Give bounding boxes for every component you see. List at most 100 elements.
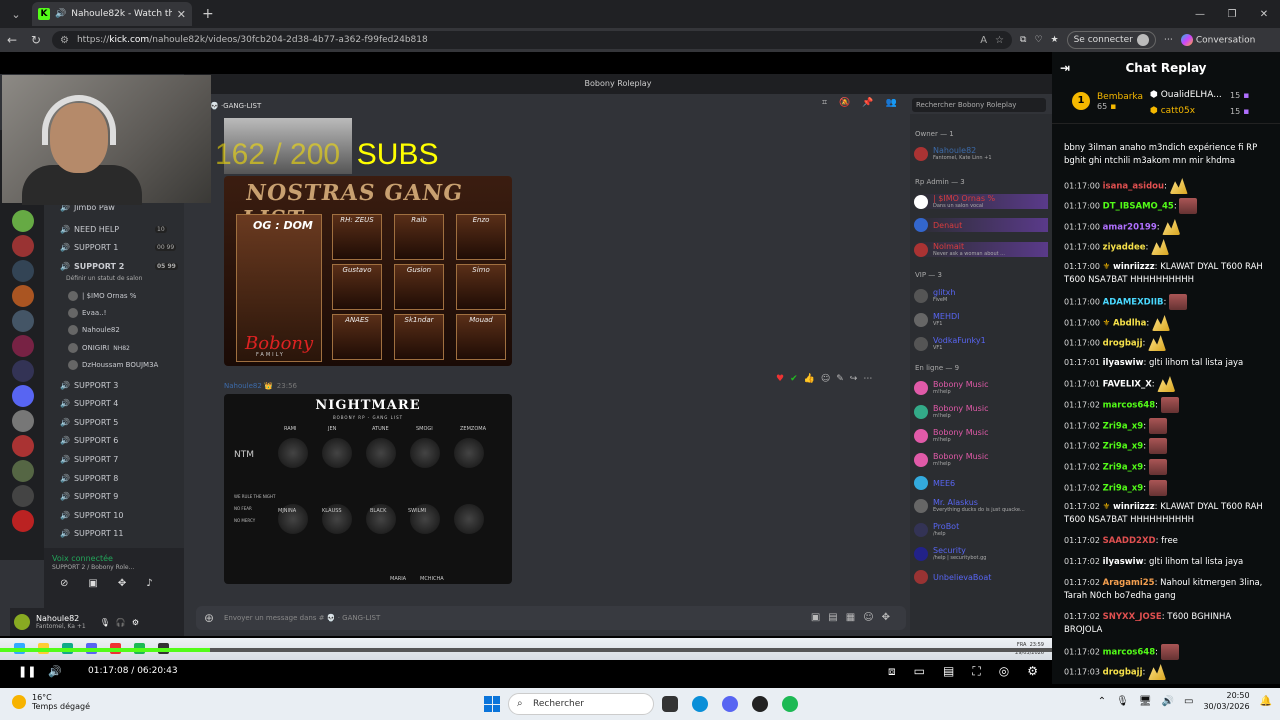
- chat-username[interactable]: ilyaswiw: [1103, 557, 1144, 567]
- message-composer[interactable]: ⊕ Envoyer un message dans # 💀 · GANG-LIS…: [196, 606, 906, 630]
- edit-icon[interactable]: ✎: [836, 374, 844, 384]
- server-icon[interactable]: [12, 410, 34, 432]
- pip-icon[interactable]: ⧈: [888, 660, 896, 682]
- chat-username[interactable]: amar20199: [1103, 223, 1157, 233]
- check-reaction-icon[interactable]: ✔: [790, 374, 798, 384]
- audio-playing-icon[interactable]: 🔊: [55, 9, 66, 19]
- video-off-icon[interactable]: ⊘: [60, 578, 68, 589]
- server-icon[interactable]: [12, 360, 34, 382]
- mic-icon[interactable]: 🎙: [100, 618, 110, 627]
- member-row[interactable]: Nahoule82 Fantomel, Kate Linn +1: [914, 146, 1048, 161]
- member-row[interactable]: VodkaFunky1 VF1: [914, 336, 1048, 351]
- notifications-icon[interactable]: 🔔: [1260, 696, 1272, 707]
- member-row[interactable]: MEE6: [914, 476, 1048, 490]
- server-icon[interactable]: [12, 210, 34, 232]
- mic-tray-icon[interactable]: 🎙: [1116, 696, 1129, 707]
- speed-icon[interactable]: ◎: [999, 660, 1009, 682]
- server-icon[interactable]: [12, 335, 34, 357]
- collapse-chat-icon[interactable]: ⇥: [1060, 61, 1070, 75]
- member-row[interactable]: glitxh FiveM: [914, 288, 1048, 303]
- headset-icon[interactable]: 🎧: [116, 618, 126, 627]
- channel-item[interactable]: 🔊 SUPPORT 9: [60, 492, 118, 501]
- tab-list-chevron-icon[interactable]: ⌄: [4, 4, 28, 24]
- chat-username[interactable]: drogbajj: [1103, 668, 1143, 678]
- mute-icon[interactable]: 🔕: [839, 98, 850, 108]
- video-progress-bar[interactable]: [0, 648, 1052, 652]
- voice-user[interactable]: | $IMO Ornas %: [68, 291, 136, 301]
- more-menu-icon[interactable]: ⋯: [1164, 35, 1173, 45]
- taskbar-search[interactable]: ⌕ Rechercher: [508, 693, 654, 715]
- channel-item[interactable]: 🔊 SUPPORT 2 05 99: [60, 262, 178, 271]
- activity-icon[interactable]: ✥: [118, 578, 126, 589]
- read-aloud-icon[interactable]: A: [980, 35, 987, 46]
- leader-2[interactable]: ⬢ OualidELHA...: [1150, 90, 1222, 100]
- chat-username[interactable]: Zri9a_x9: [1103, 442, 1144, 452]
- reply-icon[interactable]: ↪: [850, 374, 858, 384]
- member-row[interactable]: | $IMO Ornas % Dans un salon vocal: [914, 194, 1048, 209]
- server-icon[interactable]: [12, 485, 34, 507]
- minimize-button[interactable]: —: [1184, 0, 1216, 28]
- server-icon[interactable]: [12, 285, 34, 307]
- voice-user[interactable]: DzHoussam BOUJM3A: [68, 360, 158, 370]
- chat-username[interactable]: Zri9a_x9: [1103, 463, 1144, 473]
- app-icon[interactable]: [752, 696, 768, 712]
- channel-item[interactable]: 🔊 NEED HELP 10: [60, 225, 167, 234]
- chat-username[interactable]: SNYXX_JOSE: [1103, 612, 1162, 622]
- member-row[interactable]: UnbelievaBoat: [914, 570, 1048, 584]
- chevron-up-icon[interactable]: ⌃: [1098, 696, 1106, 707]
- member-row[interactable]: Mr. Alaskus Everything ducks do is just q…: [914, 498, 1048, 513]
- favorites-bar-icon[interactable]: ★: [1051, 35, 1059, 45]
- chat-username[interactable]: SAADD2XD: [1103, 536, 1156, 546]
- server-icon[interactable]: [12, 310, 34, 332]
- channel-item[interactable]: 🔊 SUPPORT 11: [60, 529, 123, 538]
- member-row[interactable]: Nolmait Never ask a woman about ...: [914, 242, 1048, 257]
- channel-item[interactable]: 🔊 SUPPORT 7: [60, 455, 118, 464]
- extensions-icon[interactable]: ⧉: [1020, 35, 1026, 45]
- volume-tray-icon[interactable]: 🔊: [1162, 696, 1174, 707]
- settings-gear-icon[interactable]: ⚙: [132, 618, 139, 627]
- battery-icon[interactable]: ▭: [1184, 696, 1193, 707]
- chat-username[interactable]: winriizzz: [1113, 262, 1155, 272]
- discord-icon[interactable]: [722, 696, 738, 712]
- copilot-conversation-button[interactable]: Conversation: [1180, 34, 1255, 46]
- settings-icon[interactable]: ⚙: [1027, 660, 1038, 682]
- site-info-icon[interactable]: ⚙: [60, 35, 69, 46]
- server-icon[interactable]: [12, 260, 34, 282]
- discord-search-input[interactable]: Rechercher Bobony Roleplay: [912, 98, 1046, 112]
- close-tab-icon[interactable]: ✕: [177, 8, 186, 21]
- start-button[interactable]: [484, 696, 500, 712]
- chat-username[interactable]: drogbajj: [1103, 339, 1143, 349]
- close-window-button[interactable]: ✕: [1248, 0, 1280, 28]
- chat-username[interactable]: FAVELIX_X: [1103, 380, 1152, 390]
- screen-share-icon[interactable]: ▣: [88, 578, 97, 589]
- collections-icon[interactable]: ♡: [1034, 35, 1042, 45]
- member-row[interactable]: Denaut: [914, 218, 1048, 232]
- add-reaction-icon[interactable]: ☺: [821, 374, 830, 384]
- chat-username[interactable]: marcos648: [1103, 648, 1155, 658]
- thumbs-up-icon[interactable]: 👍: [804, 374, 815, 384]
- pin-icon[interactable]: 📌: [862, 98, 873, 108]
- server-icon[interactable]: [12, 385, 34, 407]
- chat-username[interactable]: ADAMEXDIIB: [1103, 298, 1164, 308]
- member-row[interactable]: Security/help | securitybot.gg: [914, 546, 1048, 561]
- network-icon[interactable]: 🖥: [1139, 696, 1152, 707]
- channel-item[interactable]: 🔊 SUPPORT 10: [60, 511, 123, 520]
- edge-icon[interactable]: [692, 696, 708, 712]
- new-tab-button[interactable]: +: [202, 6, 214, 22]
- chat-username[interactable]: Aragami25: [1103, 578, 1155, 588]
- server-icon[interactable]: [12, 510, 34, 532]
- voice-user[interactable]: Evaa..!: [68, 308, 106, 318]
- member-row[interactable]: Bobony Music m!help: [914, 452, 1048, 467]
- chat-username[interactable]: winriizzz: [1113, 502, 1155, 512]
- channel-item[interactable]: 🔊 SUPPORT 6: [60, 436, 118, 445]
- channel-item[interactable]: 🔊 SUPPORT 3: [60, 381, 118, 390]
- url-field[interactable]: ⚙ https://kick.com/nahoule82k/videos/30f…: [52, 31, 1012, 49]
- nightmare-image[interactable]: NIGHTMARE BOBONY RP - GANG LIST NTM RAMI…: [224, 394, 512, 584]
- chat-username[interactable]: isana_asidou: [1103, 182, 1164, 192]
- more-icon[interactable]: ⋯: [863, 374, 872, 384]
- leader-3[interactable]: ⬢ catt05x: [1150, 106, 1195, 116]
- volume-icon[interactable]: 🔊: [48, 665, 72, 678]
- avatar[interactable]: [14, 614, 30, 630]
- chat-username[interactable]: ziyaddee: [1103, 243, 1146, 253]
- chat-username[interactable]: Zri9a_x9: [1103, 422, 1144, 432]
